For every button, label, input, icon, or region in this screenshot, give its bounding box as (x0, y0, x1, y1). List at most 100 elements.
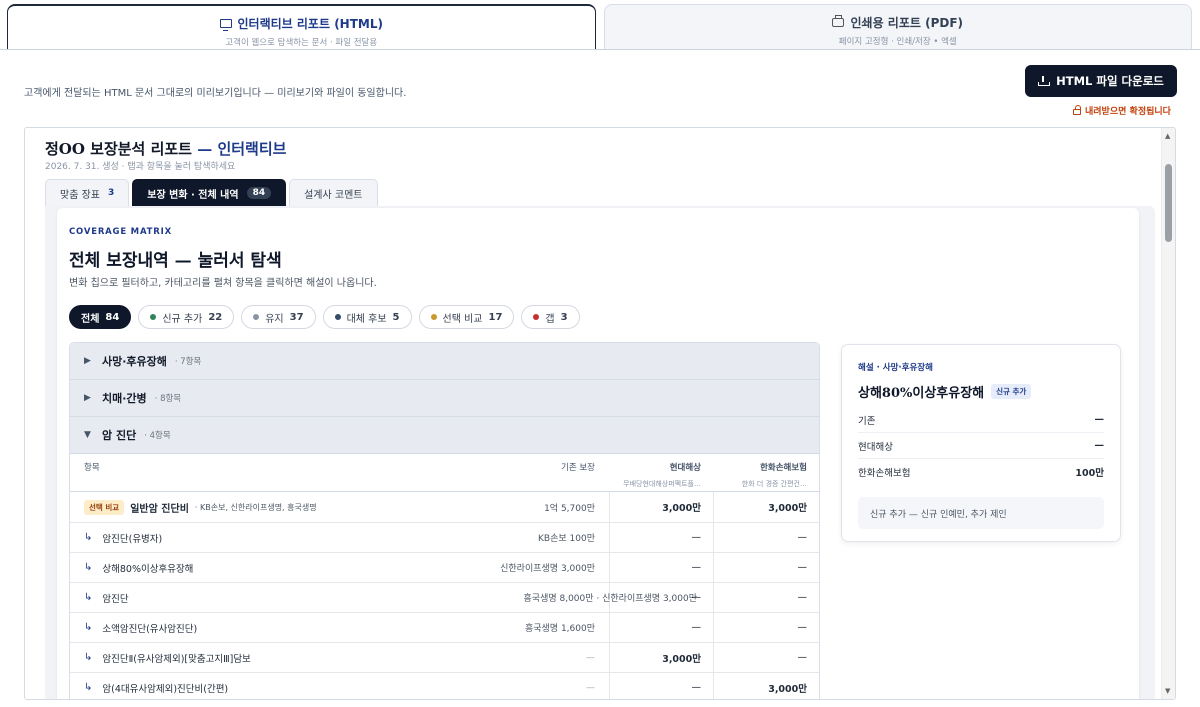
detail-value: 100만 (1075, 468, 1104, 479)
row-name: ↳ 암진단Ⅱ(유사암제외)[맞춤고지Ⅲ]담보 (84, 643, 251, 672)
scroll-down-icon[interactable]: ▼ (1165, 687, 1170, 695)
chip-label: 선택 비교 (442, 313, 483, 325)
status-dot-icon (430, 314, 437, 320)
row-hanwha: — (797, 562, 808, 573)
chip-new[interactable]: 신규 추가 22 (138, 305, 235, 329)
tab-interactive-report[interactable]: 인터랙티브 리포트 (HTML) 고객이 웹으로 탐색하는 문서 · 파일 전달… (7, 4, 596, 50)
row-label: 암진단(유병자) (102, 533, 163, 545)
col-item: 항목 (84, 463, 100, 473)
row-hyundai: 3,000만 (662, 503, 701, 514)
chip-replace[interactable]: 대체 후보 5 (322, 305, 412, 329)
chip-compare[interactable]: 선택 비교 17 (418, 305, 515, 329)
row-name: ↳ 소액암진단(유사암진단) (84, 613, 197, 642)
tab-subtitle: 고객이 웹으로 탐색하는 문서 · 파일 전달용 (225, 38, 378, 48)
chip-count: 17 (488, 311, 503, 323)
row-base: 1억 5,700만 (544, 503, 595, 514)
detail-title: 상해80%이상후유장해 신규 추가 (858, 382, 1032, 401)
column-divider (713, 673, 714, 699)
lock-note: 내려받으면 확정됩니다 (1073, 104, 1171, 117)
row-hyundai: — (691, 622, 702, 633)
category-cancer-diagnosis[interactable]: ▼ 암 진단 · 4항목 (70, 417, 819, 454)
category-name: 암 진단 (102, 429, 137, 442)
col-hyundai-sub: 무배당현대해상퍼펙트플… (623, 480, 701, 488)
preview-scrollbar[interactable]: ▲ ▼ (1161, 128, 1175, 699)
table-row[interactable]: ↳ 암(4대유사암제외)진단비(간편) — — 3,000만 (70, 673, 819, 699)
status-badge: 선택 비교 (84, 499, 125, 515)
section-subtitle: 변화 칩으로 필터하고, 카테고리를 펼쳐 항목을 클릭하면 해설이 나옵니다. (69, 278, 377, 289)
column-divider (609, 492, 610, 522)
report-preview-frame: 정OO 보장분석 리포트 — 인터랙티브 2026. 7. 31. 생성 · 탭… (24, 127, 1176, 700)
report-tabs: 맞춤 장표 3 보장 변화 · 전체 내역 84 설계사 코멘트 (45, 179, 378, 206)
row-label: 일반암 진단비 (130, 503, 189, 515)
category-dementia-care[interactable]: ▶ 치매·간병 · 8항목 (70, 380, 819, 417)
printer-icon (832, 15, 845, 27)
sub-item-arrow-icon: ↳ (84, 652, 93, 663)
tab-subtitle: 페이지 고정형 · 인쇄/저장 • 엑셀 (838, 37, 957, 47)
table-row[interactable]: ↳ 상해80%이상후유장해 신한라이프생명 3,000만 — — (70, 553, 819, 583)
row-hanwha: — (797, 622, 808, 633)
download-html-button[interactable]: HTML 파일 다운로드 (1025, 65, 1177, 97)
table-row[interactable]: ↳ 암진단(유병자) KB손보 100만 — — (70, 523, 819, 553)
row-name: ↳ 암진단 (84, 583, 129, 612)
caret-right-icon: ▶ (84, 356, 91, 366)
detail-value: — (1094, 440, 1105, 451)
lock-note-text: 내려받으면 확정됩니다 (1085, 107, 1171, 117)
chip-label: 대체 후보 (346, 313, 387, 325)
coverage-matrix: ▶ 사망·후유장해 · 7항목 ▶ 치매·간병 · 8항목 ▼ 암 진단 · 4… (69, 342, 820, 699)
col-hyundai-title: 현대해상 (669, 463, 701, 473)
chip-all[interactable]: 전체 84 (69, 305, 132, 329)
caret-right-icon: ▶ (84, 393, 91, 403)
column-divider (713, 643, 714, 672)
column-divider (713, 553, 714, 582)
download-icon (1038, 76, 1051, 86)
row-hyundai: 3,000만 (662, 653, 701, 665)
status-badge: 신규 추가 (991, 384, 1032, 399)
column-divider (609, 523, 610, 552)
row-base: 흥국생명 1,600만 (524, 624, 595, 634)
report-title-main: 정OO 보장분석 리포트 (45, 140, 192, 158)
chip-label: 전체 (81, 313, 100, 325)
tab-panel: COVERAGE MATRIX 전체 보장내역 — 눌러서 탐색 변화 칩으로 … (45, 206, 1155, 699)
row-base: 신한라이프생명 3,000만 (500, 564, 595, 574)
row-name: 선택 비교 일반암 진단비 · KB손보, 신한라이프생명, 흥국생명 (84, 492, 317, 522)
col-hanwha-title: 한화손해보험 (760, 463, 807, 473)
row-label: 암진단 (102, 593, 129, 605)
scroll-up-icon[interactable]: ▲ (1165, 132, 1170, 140)
col-base: 기존 보장 (561, 463, 595, 473)
detail-note: 신규 추가 — 신규 인예민, 추가 제인 (858, 497, 1104, 529)
chip-gap[interactable]: 갭 3 (521, 305, 580, 329)
category-count: · 4항목 (144, 431, 171, 441)
chip-count: 5 (392, 311, 400, 323)
column-divider (713, 492, 714, 522)
row-insurers: · KB손보, 신한라이프생명, 흥국생명 (194, 502, 317, 512)
category-count: · 8항목 (154, 394, 182, 404)
row-name: ↳ 상해80%이상후유장해 (84, 553, 193, 582)
tab-planner-comment[interactable]: 설계사 코멘트 (289, 179, 378, 206)
row-name: ↳ 암(4대유사암제외)진단비(간편) (84, 673, 228, 699)
tab-custom-charts[interactable]: 맞춤 장표 3 (45, 179, 130, 206)
tab-label: 보장 변화 · 전체 내역 (147, 189, 239, 201)
tab-title: 인터랙티브 리포트 (HTML) (237, 17, 383, 31)
table-row[interactable]: ↳ 암진단Ⅱ(유사암제외)[맞춤고지Ⅲ]담보 — 3,000만 — (70, 643, 819, 673)
chip-count: 37 (289, 311, 304, 323)
detail-label: 한화손해보험 (858, 468, 911, 479)
detail-item-name: 상해80%이상후유장해 (858, 386, 985, 401)
filter-chips: 전체 84 신규 추가 22 유지 37 대체 후보 5 선택 비교 17 갭 … (69, 305, 580, 329)
chip-keep[interactable]: 유지 37 (241, 305, 316, 329)
scroll-thumb[interactable] (1165, 164, 1172, 242)
table-row[interactable]: ↳ 소액암진단(유사암진단) 흥국생명 1,600만 — — (70, 613, 819, 643)
row-hanwha: 3,000만 (768, 683, 807, 695)
table-row[interactable]: ↳ 암진단 흥국생명 8,000만 · 신한라이프생명 3,000만 — — (70, 583, 819, 613)
tab-coverage-changes[interactable]: 보장 변화 · 전체 내역 84 (132, 179, 287, 206)
category-death-disability[interactable]: ▶ 사망·후유장해 · 7항목 (70, 343, 819, 380)
table-row[interactable]: 선택 비교 일반암 진단비 · KB손보, 신한라이프생명, 흥국생명 1억 5… (70, 492, 819, 523)
column-divider (609, 643, 610, 672)
column-divider (713, 613, 714, 642)
tab-print-report[interactable]: 인쇄용 리포트 (PDF) 페이지 고정형 · 인쇄/저장 • 엑셀 (603, 4, 1192, 50)
monitor-icon (219, 19, 232, 31)
row-hyundai: — (691, 592, 702, 603)
tab-count: 3 (107, 188, 115, 198)
column-divider (609, 673, 610, 699)
row-base: — (586, 682, 595, 693)
column-divider (609, 613, 610, 642)
